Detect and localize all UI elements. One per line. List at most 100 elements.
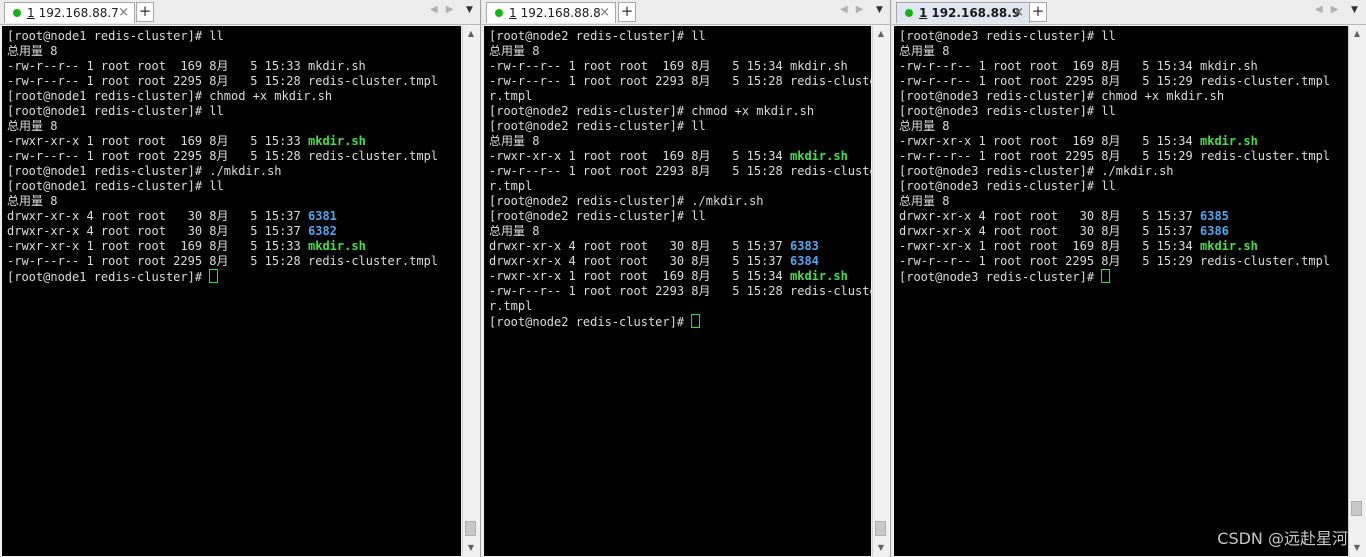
terminal-line: -rwxr-xr-x 1 root root 169 8月 5 15:33 mk… <box>7 134 438 149</box>
scroll-thumb[interactable] <box>875 521 886 536</box>
terminal-text: 总用量 8 <box>7 44 58 58</box>
cursor-block <box>1101 269 1111 283</box>
directory-name: 6386 <box>1200 224 1229 238</box>
terminal-text: -rw-r--r-- 1 root root 2295 8月 5 15:28 r… <box>7 254 439 268</box>
tab-menu-icon[interactable]: ▼ <box>876 5 883 15</box>
terminal-text: -rw-r--r-- 1 root root 169 8月 5 15:33 mk… <box>7 59 366 73</box>
scroll-thumb[interactable] <box>1351 501 1362 516</box>
directory-name: 6383 <box>790 239 819 253</box>
tab-bar: 1 192.168.88.7 × + ◀▶ ▼ <box>0 0 480 25</box>
scroll-down-icon[interactable]: ▼ <box>463 540 479 556</box>
connected-status-icon <box>13 9 21 17</box>
terminal-text: [root@node1 redis-cluster]# <box>7 270 210 284</box>
terminal-line: 总用量 8 <box>489 44 871 59</box>
add-tab-button[interactable]: + <box>618 2 636 22</box>
watermark: CSDN @远赴星河 <box>1217 529 1348 548</box>
executable-file-name: mkdir.sh <box>308 239 366 253</box>
terminal-text: -rw-r--r-- 1 root root 2293 8月 5 15:28 r… <box>489 164 871 178</box>
terminal-line: drwxr-xr-x 4 root root 30 8月 5 15:37 638… <box>489 239 871 254</box>
terminal-line: [root@node3 redis-cluster]# chmod +x mkd… <box>899 89 1330 104</box>
close-icon[interactable]: × <box>1013 5 1024 21</box>
tab-scroll-arrows-icon[interactable]: ◀▶ <box>840 4 871 15</box>
terminal-line: 总用量 8 <box>899 44 1330 59</box>
scroll-up-icon[interactable]: ▲ <box>873 26 889 42</box>
scroll-down-icon[interactable]: ▼ <box>1349 540 1365 556</box>
terminal-line: [root@node1 redis-cluster]# ll <box>7 104 438 119</box>
terminal-text: 总用量 8 <box>7 194 58 208</box>
terminal-line: drwxr-xr-x 4 root root 30 8月 5 15:37 638… <box>899 209 1330 224</box>
terminal-line: -rw-r--r-- 1 root root 2293 8月 5 15:28 r… <box>489 164 871 179</box>
terminal-text: r.tmpl <box>489 299 533 313</box>
terminal-text: 总用量 8 <box>899 44 950 58</box>
terminal-text: r.tmpl <box>489 89 533 103</box>
terminal-text: [root@node2 redis-cluster]# ll <box>489 209 706 223</box>
terminal-line: r.tmpl <box>489 89 871 104</box>
tab-menu-icon[interactable]: ▼ <box>1351 5 1358 15</box>
terminal-text: -rwxr-xr-x 1 root root 169 8月 5 15:33 <box>7 134 308 148</box>
terminal-line: -rw-r--r-- 1 root root 169 8月 5 15:33 mk… <box>7 59 438 74</box>
add-tab-button[interactable]: + <box>1029 2 1047 22</box>
close-icon[interactable]: × <box>118 5 129 21</box>
terminal-line: -rw-r--r-- 1 root root 2295 8月 5 15:29 r… <box>899 149 1330 164</box>
terminal-text: 总用量 8 <box>7 119 58 133</box>
terminal-line: -rw-r--r-- 1 root root 2295 8月 5 15:28 r… <box>7 74 438 89</box>
terminal-line: [root@node2 redis-cluster]# ll <box>489 209 871 224</box>
scroll-up-icon[interactable]: ▲ <box>1349 26 1365 42</box>
terminal-line: r.tmpl <box>489 299 871 314</box>
terminal-text: [root@node2 redis-cluster]# ll <box>489 29 706 43</box>
scroll-up-icon[interactable]: ▲ <box>463 26 479 42</box>
terminal-text: [root@node3 redis-cluster]# chmod +x mkd… <box>899 89 1225 103</box>
terminal-line: [root@node3 redis-cluster]# ll <box>899 179 1330 194</box>
close-icon[interactable]: × <box>599 5 610 21</box>
terminal-line: [root@node3 redis-cluster]# ll <box>899 104 1330 119</box>
executable-file-name: mkdir.sh <box>790 149 848 163</box>
terminal-text: -rw-r--r-- 1 root root 2295 8月 5 15:29 r… <box>899 254 1331 268</box>
terminal-text: -rw-r--r-- 1 root root 2293 8月 5 15:28 r… <box>489 284 871 298</box>
cursor-block <box>209 269 219 283</box>
terminal-text: -rw-r--r-- 1 root root 2295 8月 5 15:29 r… <box>899 74 1331 88</box>
tab-number: 1 <box>27 6 35 20</box>
vertical-scrollbar[interactable]: ▲ ▼ <box>462 26 479 556</box>
terminal-pane-1: 1 192.168.88.7 × + ◀▶ ▼ [root@node1 redi… <box>0 0 481 557</box>
tab-menu-icon[interactable]: ▼ <box>466 5 473 15</box>
terminal-text: 总用量 8 <box>489 134 540 148</box>
terminal-line: [root@node1 redis-cluster]# ./mkdir.sh <box>7 164 438 179</box>
scroll-thumb[interactable] <box>465 521 476 536</box>
vertical-scrollbar[interactable]: ▲ ▼ <box>872 26 889 556</box>
terminal-text: [root@node3 redis-cluster]# ll <box>899 29 1116 43</box>
terminal-text: drwxr-xr-x 4 root root 30 8月 5 15:37 <box>7 209 308 223</box>
terminal-line: [root@node3 redis-cluster]# ll <box>899 29 1330 44</box>
terminal-line: 总用量 8 <box>899 119 1330 134</box>
terminal-line: [root@node2 redis-cluster]# ll <box>489 119 871 134</box>
tab-bar: 1 192.168.88.8 × + ◀▶ ▼ <box>482 0 890 25</box>
tab-scroll-arrows-icon[interactable]: ◀▶ <box>430 4 461 15</box>
session-tab[interactable]: 1 192.168.88.8 × <box>486 2 616 23</box>
session-tab[interactable]: 1 192.168.88.9 × <box>896 2 1030 23</box>
terminal-line: -rw-r--r-- 1 root root 2295 8月 5 15:29 r… <box>899 254 1330 269</box>
vertical-scrollbar[interactable]: ▲ ▼ <box>1348 26 1365 556</box>
terminal-line: 总用量 8 <box>899 194 1330 209</box>
terminal-line: [root@node3 redis-cluster]# <box>899 269 1330 284</box>
tab-host: 192.168.88.8 <box>520 6 601 20</box>
terminal-line: -rw-r--r-- 1 root root 2295 8月 5 15:28 r… <box>7 149 438 164</box>
terminal-screen[interactable]: [root@node2 redis-cluster]# ll 总用量 8 -rw-r… <box>484 26 871 556</box>
terminal-text: 总用量 8 <box>489 224 540 238</box>
terminal-line: -rwxr-xr-x 1 root root 169 8月 5 15:34 mk… <box>899 134 1330 149</box>
session-tab[interactable]: 1 192.168.88.7 × <box>4 2 135 23</box>
terminal-text: drwxr-xr-x 4 root root 30 8月 5 15:37 <box>7 224 308 238</box>
scroll-down-icon[interactable]: ▼ <box>873 540 889 556</box>
terminal-line: [root@node2 redis-cluster]# <box>489 314 871 329</box>
directory-name: 6385 <box>1200 209 1229 223</box>
terminal-text: drwxr-xr-x 4 root root 30 8月 5 15:37 <box>489 239 790 253</box>
tab-scroll-arrows-icon[interactable]: ◀▶ <box>1315 4 1346 15</box>
terminal-line: [root@node2 redis-cluster]# ./mkdir.sh <box>489 194 871 209</box>
terminal-text: [root@node2 redis-cluster]# ll <box>489 119 706 133</box>
terminal-line: [root@node2 redis-cluster]# ll <box>489 29 871 44</box>
terminal-screen[interactable]: [root@node3 redis-cluster]# ll 总用量 8 -rw-r… <box>894 26 1348 556</box>
executable-file-name: mkdir.sh <box>1200 239 1258 253</box>
tab-host: 192.168.88.7 <box>38 6 119 20</box>
terminal-line: [root@node1 redis-cluster]# ll <box>7 29 438 44</box>
add-tab-button[interactable]: + <box>136 2 154 22</box>
terminal-screen[interactable]: [root@node1 redis-cluster]# ll 总用量 8 -rw-r… <box>2 26 461 556</box>
terminal-text: [root@node3 redis-cluster]# ll <box>899 179 1116 193</box>
